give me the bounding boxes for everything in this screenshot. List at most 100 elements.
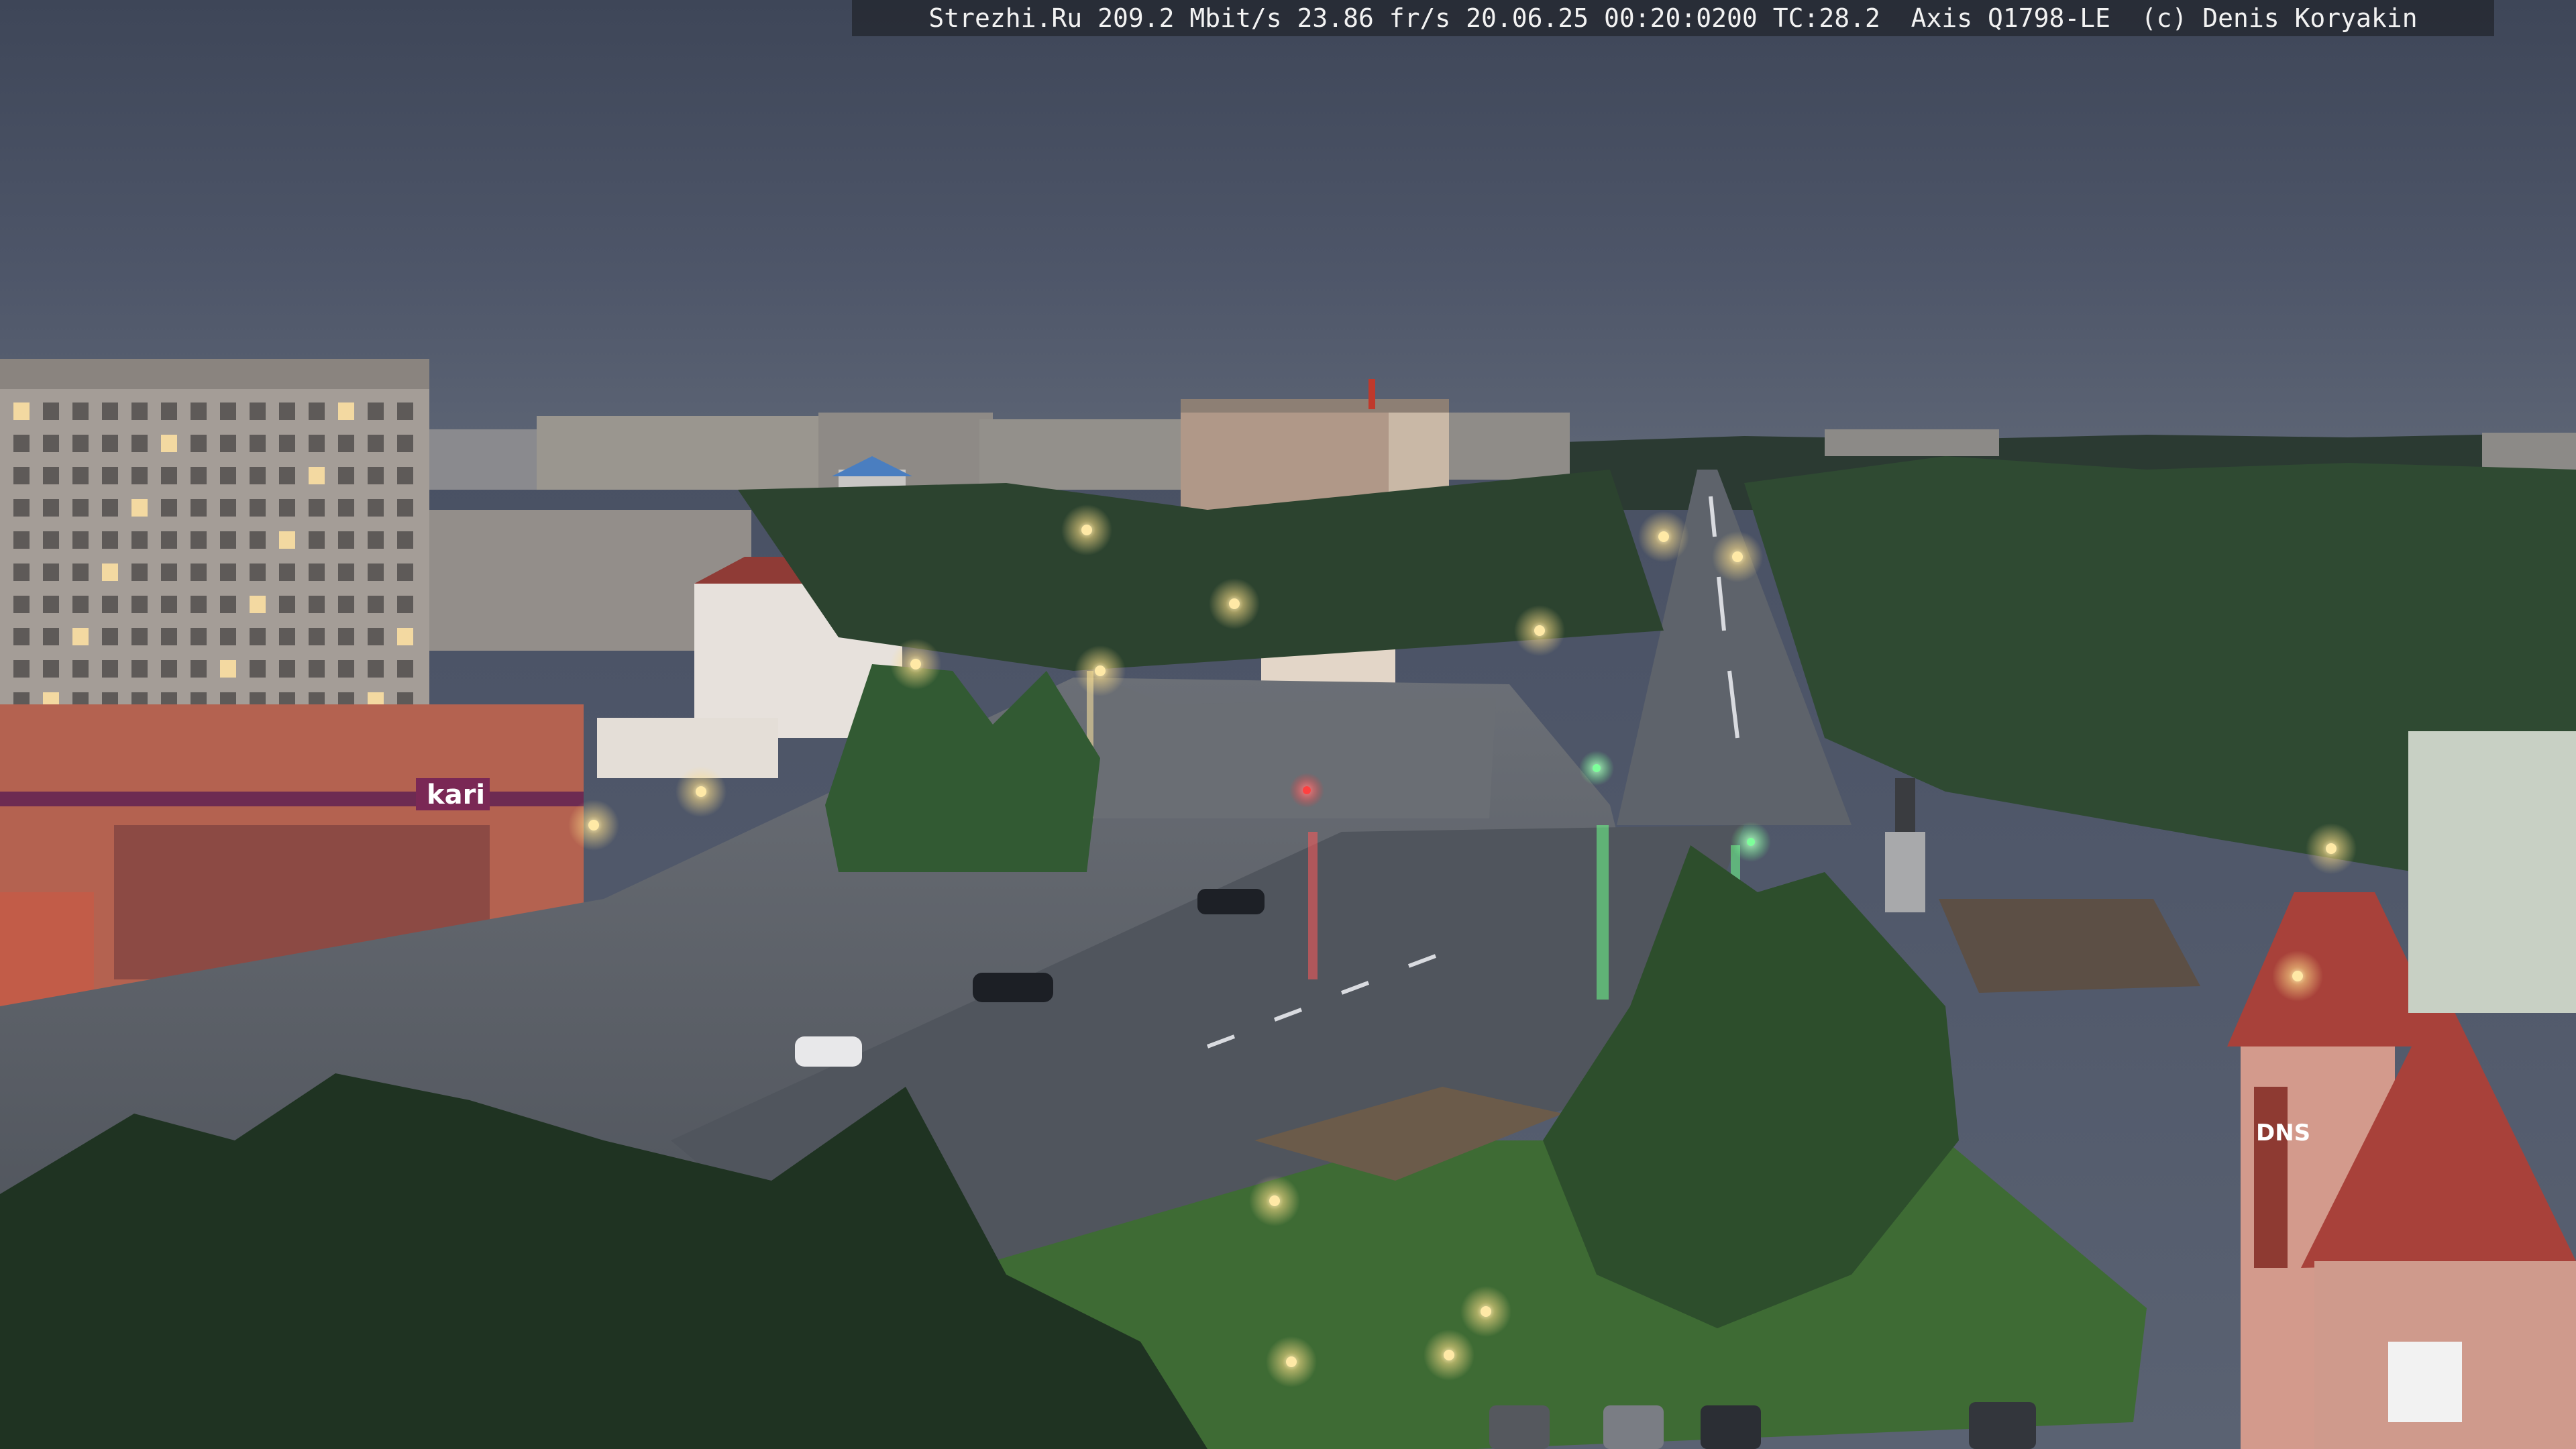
building-window (161, 531, 177, 549)
building-window (43, 435, 59, 452)
street-lamp (1286, 1356, 1297, 1367)
building-window (397, 531, 413, 549)
building-window (102, 660, 118, 678)
building-window (102, 499, 118, 517)
camera-overlay-text: Strezhi.Ru 209.2 Mbit/s 23.86 fr/s 20.06… (928, 3, 2418, 33)
building-window (368, 531, 384, 549)
building-window (161, 435, 177, 452)
street-lamp (1481, 1306, 1491, 1317)
building-window (279, 628, 295, 645)
building-window (338, 531, 354, 549)
building-window (279, 660, 295, 678)
monument (1885, 778, 1925, 912)
building-window (161, 402, 177, 420)
building-window (250, 402, 266, 420)
building-window (397, 628, 413, 645)
building-window (43, 628, 59, 645)
building-window (191, 402, 207, 420)
building-window (338, 660, 354, 678)
building-window (250, 564, 266, 581)
building-window (102, 531, 118, 549)
flower-bed-right (1939, 899, 2200, 993)
street-lamp (2326, 843, 2337, 854)
building-window (43, 499, 59, 517)
building-window (131, 660, 148, 678)
building-window (397, 435, 413, 452)
street-lamp (1095, 665, 1106, 676)
building-window (220, 467, 236, 484)
building-window (13, 628, 30, 645)
building-window (397, 402, 413, 420)
street-lamp (2292, 971, 2303, 981)
building-window (338, 467, 354, 484)
building-window (309, 435, 325, 452)
plaza-tree-cluster (825, 664, 1100, 872)
building-window (13, 660, 30, 678)
building-window (279, 531, 295, 549)
building-window (191, 564, 207, 581)
building-window (102, 596, 118, 613)
building-window (191, 435, 207, 452)
building-window (43, 660, 59, 678)
building-window (338, 564, 354, 581)
building-window (131, 564, 148, 581)
building-window (309, 402, 325, 420)
building-window (191, 596, 207, 613)
street-lamp (1444, 1350, 1454, 1360)
building-window (368, 499, 384, 517)
building-window (131, 596, 148, 613)
building-window (368, 467, 384, 484)
building-window (161, 596, 177, 613)
building-window (220, 596, 236, 613)
building-window (161, 564, 177, 581)
building-window (250, 467, 266, 484)
building-window (13, 435, 30, 452)
building-window (131, 628, 148, 645)
building-window (72, 660, 89, 678)
building-window (368, 564, 384, 581)
building-window (161, 467, 177, 484)
kari-store-sign: kari (427, 780, 485, 810)
building-window (13, 467, 30, 484)
camera-overlay-bar: Strezhi.Ru 209.2 Mbit/s 23.86 fr/s 20.06… (852, 0, 2494, 36)
building-window (309, 467, 325, 484)
building-window (43, 596, 59, 613)
building-window (102, 628, 118, 645)
building-window (397, 564, 413, 581)
building-window (250, 660, 266, 678)
street-lamp (696, 786, 706, 797)
building-window (191, 499, 207, 517)
building-window (13, 564, 30, 581)
building-window (131, 531, 148, 549)
building-window (220, 402, 236, 420)
building-window (43, 531, 59, 549)
building-window (131, 467, 148, 484)
building-window (43, 564, 59, 581)
building-window (338, 596, 354, 613)
building-window (397, 467, 413, 484)
building-window (72, 596, 89, 613)
building-window (72, 499, 89, 517)
street-lamp (1229, 598, 1240, 609)
building-window (279, 499, 295, 517)
building-window (191, 467, 207, 484)
building-window (309, 660, 325, 678)
building-window (338, 499, 354, 517)
dns-store-sign: DNS (2256, 1120, 2310, 1146)
building-window (397, 499, 413, 517)
building-window (102, 402, 118, 420)
building-window (338, 628, 354, 645)
building-window (191, 628, 207, 645)
building-window (131, 435, 148, 452)
building-window (43, 402, 59, 420)
street-lamp (1534, 625, 1545, 636)
building-window (309, 628, 325, 645)
building-window (338, 402, 354, 420)
street-lamp (1658, 531, 1669, 542)
building-window (250, 596, 266, 613)
building-window (309, 564, 325, 581)
building-window (279, 596, 295, 613)
building-window (250, 499, 266, 517)
building-window (397, 660, 413, 678)
building-window (250, 531, 266, 549)
